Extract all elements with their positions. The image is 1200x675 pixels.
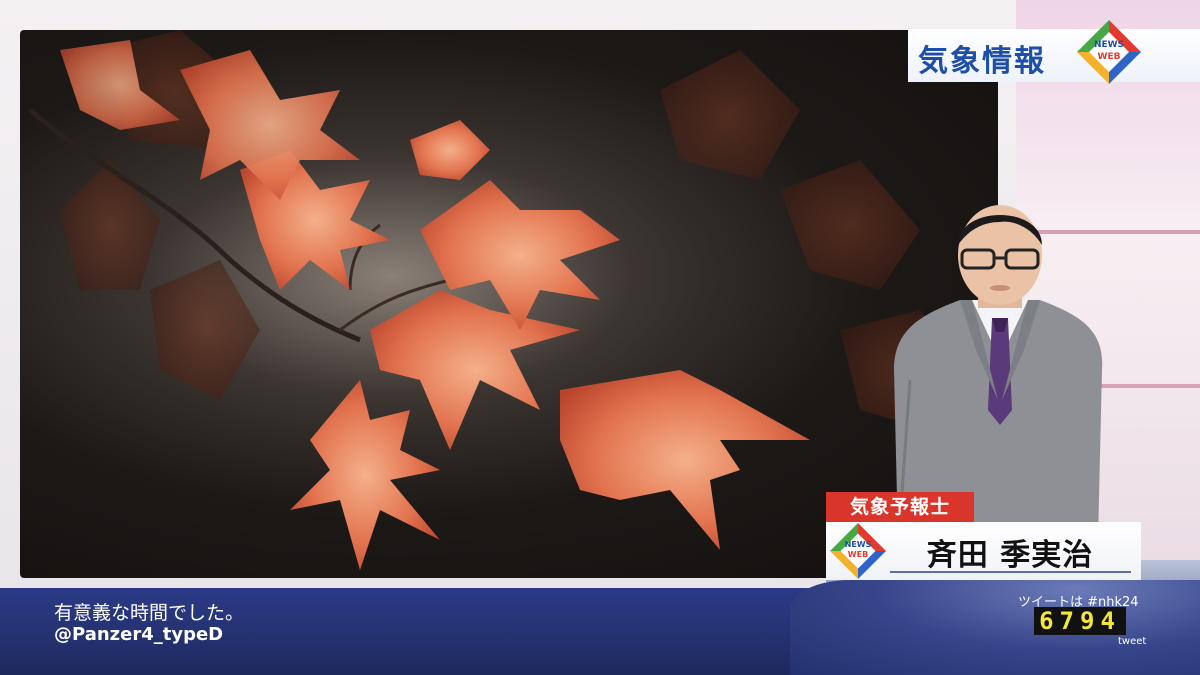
tweet-counter: 6794 xyxy=(1034,607,1126,635)
role-label: 気象予報士 xyxy=(826,492,974,522)
tweet-handle: @Panzer4_typeD xyxy=(54,624,224,645)
news-web-logo-icon: NEWS WEB xyxy=(830,523,886,579)
logo-text-news: NEWS xyxy=(1093,40,1125,50)
tweet-counter-label: tweet xyxy=(1118,636,1147,647)
presenter xyxy=(880,200,1120,540)
name-underline xyxy=(890,571,1131,573)
logo-text-web: WEB xyxy=(1097,52,1121,62)
logo-text-news: NEWS xyxy=(844,540,872,549)
tweet-message: 有意義な時間でした。 xyxy=(54,602,245,624)
presenter-name: 斉田 季実治 xyxy=(926,538,1094,573)
logo-text-web: WEB xyxy=(847,550,869,559)
segment-title: 気象情報 xyxy=(918,44,1046,79)
news-web-logo-icon: NEWS WEB xyxy=(1077,20,1141,84)
